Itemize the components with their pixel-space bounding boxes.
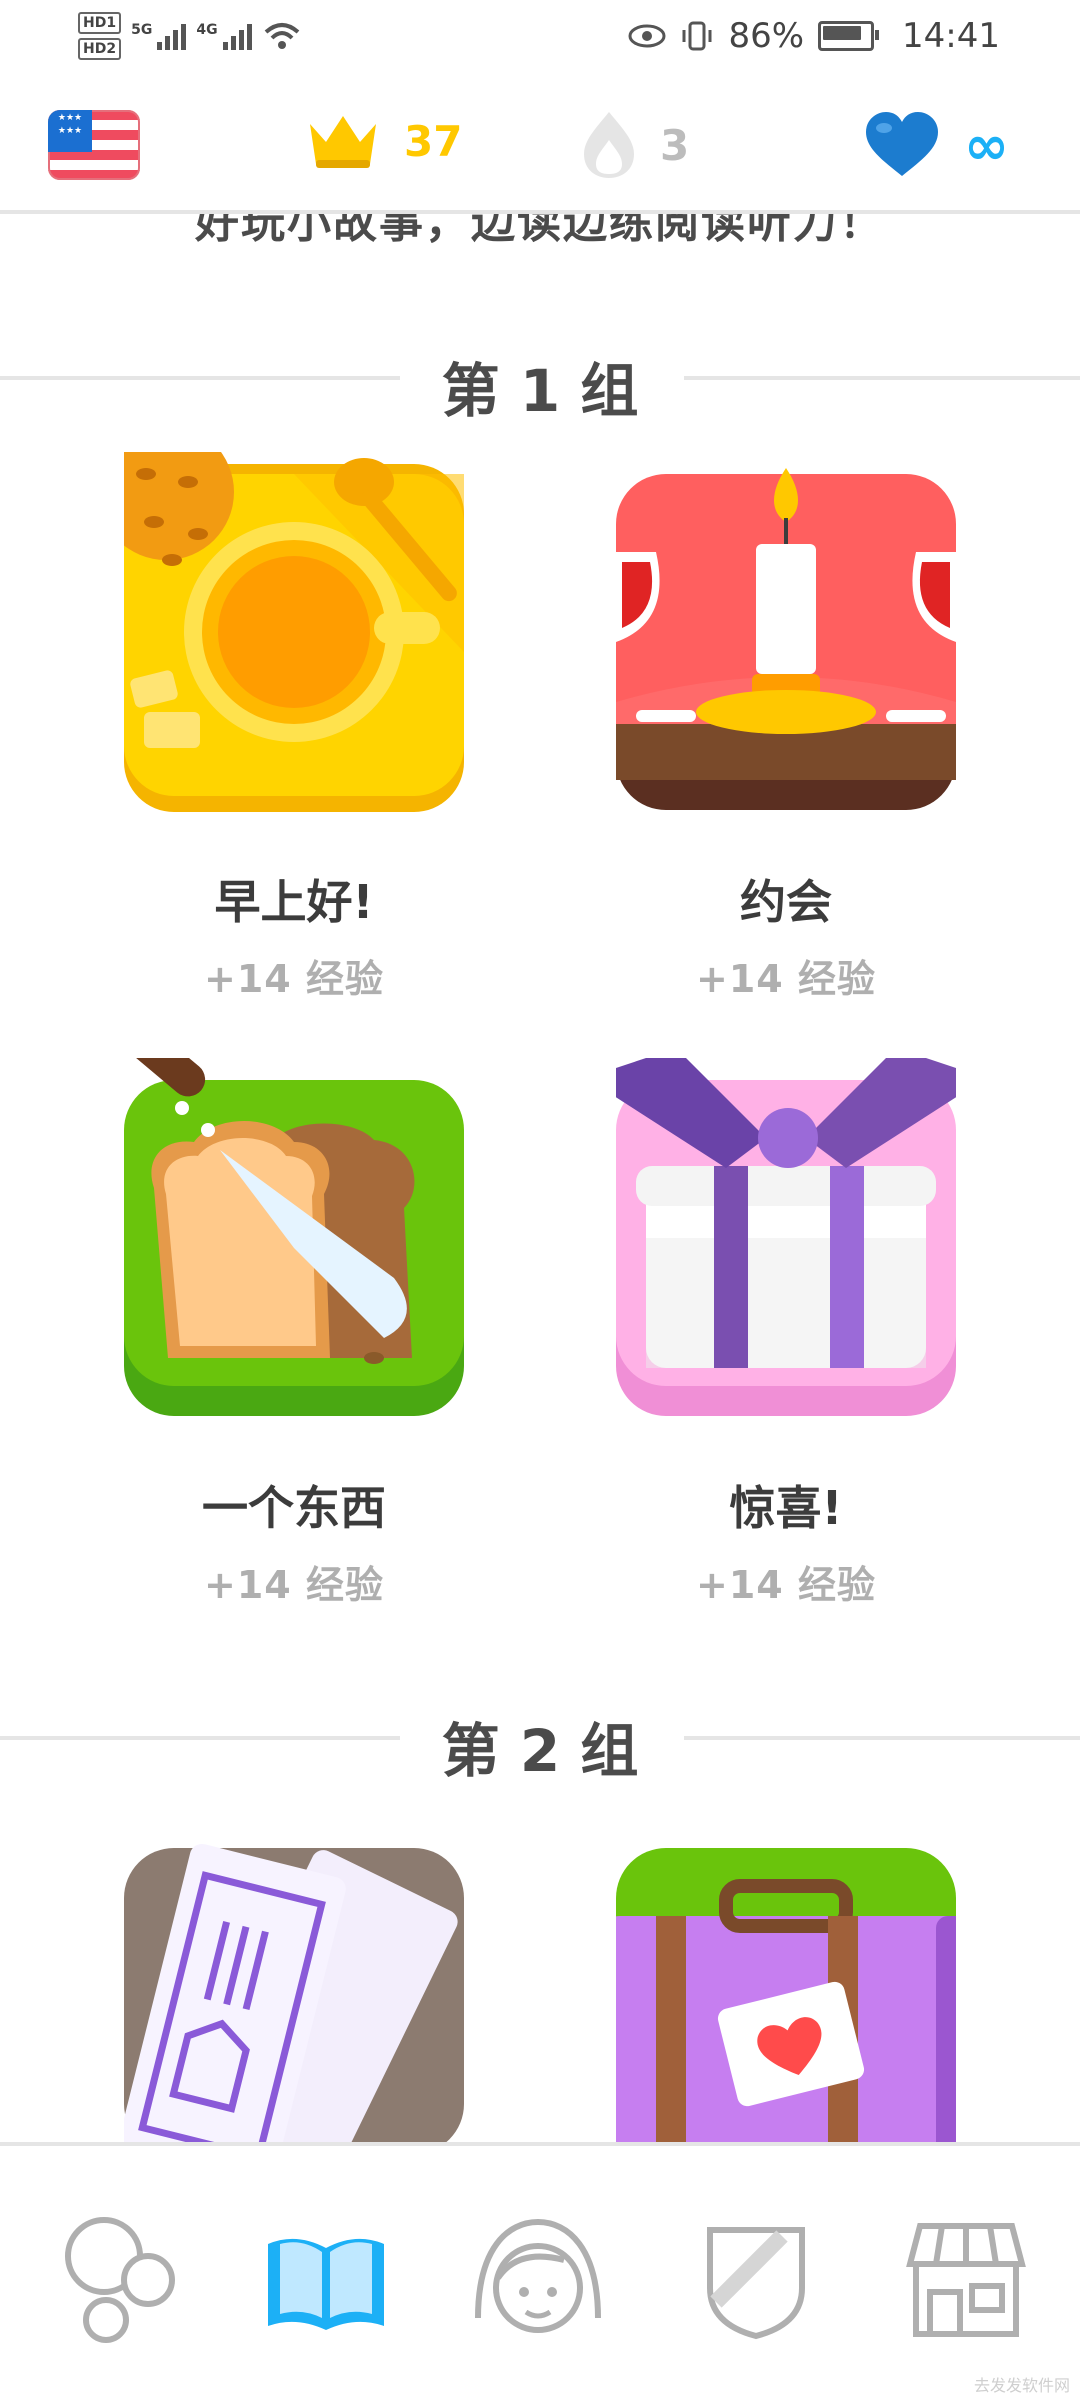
- section-1-title: 第 1 组: [441, 357, 639, 425]
- watermark: 去发发软件网: [973, 2376, 1070, 2395]
- flame-icon: [584, 112, 634, 178]
- skill-xp: +14 经验: [696, 957, 876, 1001]
- crowns-count: 37: [404, 116, 463, 166]
- bread-knife-icon: [112, 1013, 464, 1418]
- skill-tile[interactable]: 早上好! +14 经验: [84, 424, 504, 1003]
- gift-box-icon: [586, 1048, 986, 1418]
- skill-title: 一个东西: [202, 1481, 386, 1535]
- top-app-bar: ★★★ ★★★ 37 3 ∞: [0, 80, 1080, 214]
- crown-icon: [310, 116, 376, 168]
- net1-label: 5G: [131, 22, 153, 38]
- avatar-icon: [475, 2218, 601, 2333]
- battery-percent: 86%: [728, 16, 805, 56]
- skill-tile[interactable]: 约会 +14 经验: [576, 452, 996, 1003]
- shield-icon: [707, 2227, 805, 2340]
- hd-indicators: HD1 HD2: [78, 10, 122, 62]
- vibrate-icon: [682, 21, 712, 51]
- skill-tile[interactable]: [84, 1826, 504, 2189]
- leagues-tab[interactable]: [686, 2208, 826, 2348]
- crowns-stat[interactable]: 37: [304, 110, 462, 172]
- hd1-label: HD1: [78, 12, 122, 34]
- learn-tab[interactable]: [50, 2208, 190, 2348]
- skill-tile[interactable]: [576, 1826, 996, 2206]
- net2-label: 4G: [196, 22, 218, 38]
- skill-xp: +14 经验: [204, 1563, 384, 1607]
- battery-icon: [818, 21, 880, 51]
- eye-icon: [628, 24, 666, 48]
- skill-title: 早上好!: [214, 875, 374, 929]
- wifi-icon: [264, 23, 299, 49]
- us-flag-icon[interactable]: ★★★ ★★★: [48, 110, 140, 180]
- shop-icon: [906, 2223, 1026, 2337]
- tickets-icon: [118, 1826, 464, 2189]
- signal-4g-icon: 4G: [196, 22, 252, 50]
- hd2-label: HD2: [78, 38, 122, 60]
- bottom-nav: [0, 2142, 1080, 2404]
- status-bar-left: HD1 HD2 5G 4G: [78, 10, 302, 62]
- divider: [684, 376, 1080, 380]
- signal-5g-icon: 5G: [131, 22, 187, 50]
- shop-tab[interactable]: [896, 2208, 1036, 2348]
- divider: [684, 1736, 1080, 1740]
- stories-tab[interactable]: [256, 2208, 396, 2348]
- skill-tile[interactable]: 一个东西 +14 经验: [84, 1013, 504, 1609]
- section-2-title: 第 2 组: [441, 1717, 639, 1785]
- bubbles-icon: [65, 2217, 175, 2343]
- section-1-header: 第 1 组: [0, 336, 1080, 425]
- skill-xp: +14 经验: [204, 957, 384, 1001]
- suitcase-icon: [596, 1826, 976, 2206]
- section-2-header: 第 2 组: [0, 1696, 1080, 1785]
- profile-tab[interactable]: [468, 2208, 608, 2348]
- status-bar-right: 86% 14:41: [628, 16, 1000, 56]
- clock: 14:41: [902, 16, 1000, 56]
- streak-count: 3: [660, 120, 690, 170]
- skill-xp: +14 经验: [696, 1563, 876, 1607]
- heart-icon: [866, 112, 938, 176]
- candle-dinner-icon: [616, 452, 956, 812]
- streak-stat[interactable]: 3: [580, 110, 689, 180]
- hearts-stat[interactable]: ∞: [862, 110, 1009, 180]
- open-book-icon: [268, 2238, 384, 2330]
- coffee-cup-icon: [98, 424, 464, 812]
- hearts-count: ∞: [964, 113, 1009, 177]
- skill-title: 惊喜!: [729, 1481, 843, 1535]
- status-bar: HD1 HD2 5G 4G 86% 14:41: [0, 0, 1080, 80]
- skill-title: 约会: [740, 875, 832, 929]
- skill-tile[interactable]: 惊喜! +14 经验: [576, 1048, 996, 1609]
